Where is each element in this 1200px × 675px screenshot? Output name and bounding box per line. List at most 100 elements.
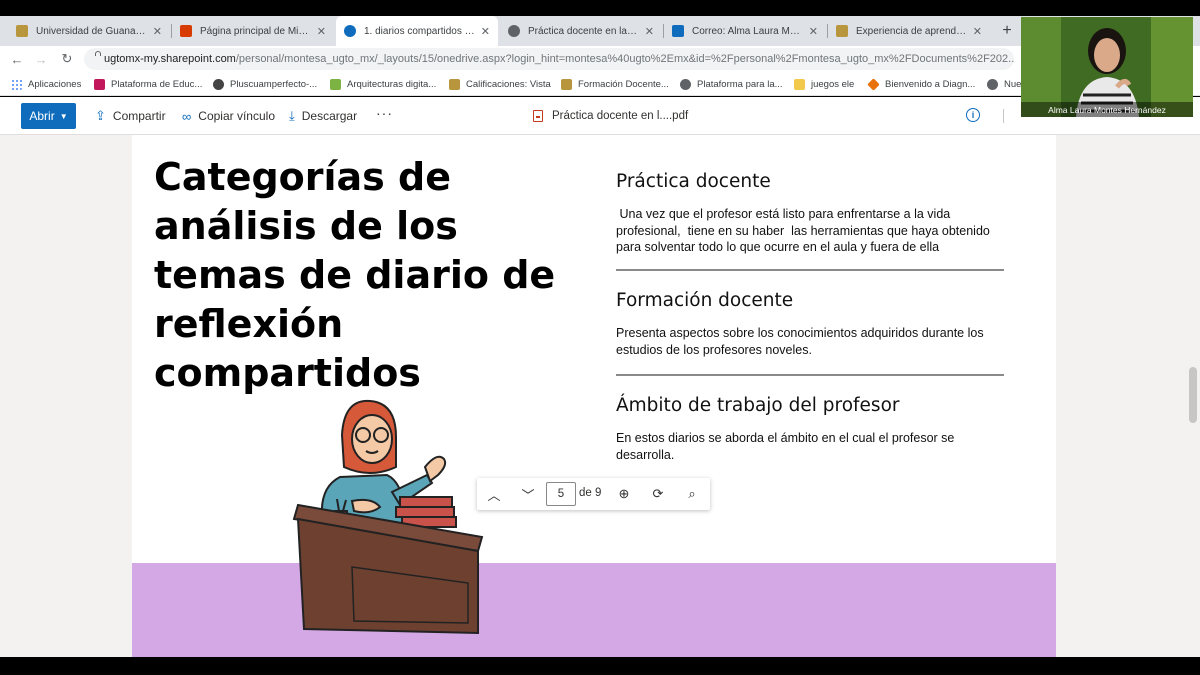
platform-icon bbox=[94, 78, 105, 90]
address-bar[interactable]: ugtomx-my.sharepoint.com /personal/monte… bbox=[84, 48, 1014, 70]
book-icon bbox=[395, 506, 455, 518]
scrollbar-thumb[interactable] bbox=[1189, 367, 1197, 423]
tab-onedrive-diarios[interactable]: 1. diarios compartidos - OneDrive ✕ bbox=[336, 16, 498, 46]
divider-line bbox=[616, 374, 1004, 376]
page-count-label: de 9 bbox=[579, 487, 602, 499]
category-text: Presenta aspectos sobre los conocimiento… bbox=[616, 326, 984, 357]
close-icon[interactable]: ✕ bbox=[481, 25, 490, 38]
tab-experiencia-aprendizaje[interactable]: Experiencia de aprendizaje ✕ bbox=[828, 16, 990, 46]
close-icon[interactable]: ✕ bbox=[973, 25, 982, 38]
apps-grid-icon bbox=[11, 78, 22, 90]
pdf-file-icon bbox=[533, 110, 543, 122]
category-ambito-trabajo: Ámbito de trabajo del profesor En estos … bbox=[616, 395, 1006, 463]
category-heading: Práctica docente bbox=[616, 171, 771, 192]
previous-page-chevron-up-icon[interactable]: ︿ bbox=[483, 483, 505, 505]
category-text: En estos diarios se aborda el ámbito en … bbox=[616, 431, 955, 462]
book-icon bbox=[399, 496, 453, 508]
more-options-button[interactable]: ··· bbox=[376, 105, 393, 121]
tab-title: 1. diarios compartidos - OneDrive bbox=[364, 25, 475, 37]
office-favicon-icon bbox=[180, 25, 192, 37]
share-icon: ⇪ bbox=[95, 108, 106, 123]
page-number-input[interactable]: 5 bbox=[546, 482, 576, 506]
bookmark-label: Nue bbox=[1004, 78, 1022, 90]
diamond-icon bbox=[867, 77, 880, 91]
folder-icon bbox=[794, 78, 805, 90]
url-host: ugtomx-my.sharepoint.com bbox=[104, 53, 236, 65]
document-name: Práctica docente en l....pdf bbox=[533, 108, 688, 124]
download-label: Descargar bbox=[301, 109, 358, 123]
bookmark-bienvenido-diagn[interactable]: Bienvenido a Diagn... bbox=[867, 76, 975, 92]
tab-title: Correo: Alma Laura Montes bbox=[692, 25, 803, 37]
download-icon: ⤓ bbox=[289, 108, 295, 123]
bookmark-aplicaciones[interactable]: Aplicaciones bbox=[11, 76, 81, 92]
open-button-label: Abrir bbox=[29, 109, 55, 123]
tab-microsoft-home[interactable]: Página principal de Microsoft ✕ bbox=[172, 16, 334, 46]
next-page-chevron-down-icon[interactable]: ﹀ bbox=[517, 483, 539, 505]
link-icon: ∞ bbox=[182, 108, 192, 124]
university-favicon-icon bbox=[16, 25, 28, 37]
category-formacion-docente: Formación docente Presenta aspectos sobr… bbox=[616, 290, 1006, 358]
navigation-bar: ← → ↻ ugtomx-my.sharepoint.com /personal… bbox=[0, 46, 1200, 72]
tab-practica-docente[interactable]: Práctica docente en la enseñanza ✕ bbox=[500, 16, 662, 46]
pdf-page: Categorías de análisis de los temas de d… bbox=[132, 135, 1056, 657]
teacher-hand bbox=[423, 455, 447, 483]
vertical-scrollbar[interactable] bbox=[1187, 135, 1200, 657]
new-tab-button[interactable]: + bbox=[996, 16, 1018, 46]
bookmark-plataforma-educ[interactable]: Plataforma de Educ... bbox=[94, 76, 202, 92]
bottom-letterbox bbox=[0, 657, 1200, 675]
bookmarks-bar: Aplicaciones Plataforma de Educ... Plusc… bbox=[0, 72, 1200, 96]
category-text: Una vez que el profesor está listo para … bbox=[616, 207, 994, 254]
tab-title: Experiencia de aprendizaje bbox=[856, 25, 967, 37]
close-icon[interactable]: ✕ bbox=[809, 25, 818, 38]
bookmark-label: Plataforma para la... bbox=[697, 78, 783, 90]
bookmark-label: Aplicaciones bbox=[28, 78, 82, 90]
tab-outlook-correo[interactable]: Correo: Alma Laura Montes ✕ bbox=[664, 16, 826, 46]
globe-icon bbox=[987, 78, 998, 90]
share-label: Compartir bbox=[112, 109, 166, 123]
bookmark-label: Calificaciones: Vista bbox=[466, 78, 551, 90]
bookmark-juegos-ele[interactable]: juegos ele bbox=[794, 76, 854, 92]
avatar-icon bbox=[213, 78, 224, 90]
tab-universidad-de-guanajuato[interactable]: Universidad de Guanajuato ✕ bbox=[8, 16, 170, 46]
search-icon[interactable]: ⌕ bbox=[681, 483, 703, 505]
back-arrow-icon[interactable]: ← bbox=[8, 50, 26, 68]
tab-title: Universidad de Guanajuato bbox=[36, 25, 147, 37]
bookmark-label: Arquitecturas digita... bbox=[347, 78, 437, 90]
toolbar-divider bbox=[1003, 109, 1004, 123]
tab-title: Práctica docente en la enseñanza bbox=[528, 25, 639, 37]
purple-footer-band bbox=[132, 563, 1056, 657]
url-path: /personal/montesa_ugto_mx/_layouts/15/on… bbox=[235, 53, 1014, 65]
info-icon[interactable]: i bbox=[966, 108, 980, 122]
category-heading: Formación docente bbox=[616, 290, 794, 311]
reload-icon[interactable]: ↻ bbox=[58, 50, 76, 68]
slide-title: Categorías de análisis de los temas de d… bbox=[154, 155, 556, 395]
close-icon[interactable]: ✕ bbox=[153, 25, 162, 38]
bookmark-label: Plataforma de Educ... bbox=[111, 78, 203, 90]
tab-title: Página principal de Microsoft bbox=[200, 25, 311, 37]
download-button[interactable]: ⤓ Descargar bbox=[289, 107, 357, 125]
bookmark-pluscuamperfecto[interactable]: Pluscuamperfecto-... bbox=[213, 76, 317, 92]
university-favicon-icon bbox=[836, 25, 848, 37]
divider-line bbox=[616, 269, 1004, 271]
bookmark-label: juegos ele bbox=[811, 78, 855, 90]
chevron-down-icon: ▼ bbox=[59, 111, 68, 121]
forward-arrow-icon[interactable]: → bbox=[32, 50, 50, 68]
onedrive-command-bar: Abrir ▼ ⇪ Compartir ∞ Copiar vínculo ⤓ D… bbox=[0, 97, 1200, 135]
bookmark-nue[interactable]: Nue bbox=[987, 76, 1021, 92]
copy-link-button[interactable]: ∞ Copiar vínculo bbox=[182, 107, 275, 125]
open-button[interactable]: Abrir ▼ bbox=[21, 103, 76, 129]
share-button[interactable]: ⇪ Compartir bbox=[95, 107, 166, 125]
bookmark-arquitecturas[interactable]: Arquitecturas digita... bbox=[330, 76, 436, 92]
bookmark-site-icon bbox=[330, 78, 341, 90]
bookmark-plataforma-para[interactable]: Plataforma para la... bbox=[680, 76, 783, 92]
zoom-in-icon[interactable]: ⊕ bbox=[613, 483, 635, 505]
outlook-icon bbox=[672, 25, 684, 37]
close-icon[interactable]: ✕ bbox=[317, 25, 326, 38]
bookmark-calificaciones[interactable]: Calificaciones: Vista bbox=[449, 76, 551, 92]
bookmark-formacion-docente[interactable]: Formación Docente... bbox=[561, 76, 669, 92]
close-icon[interactable]: ✕ bbox=[645, 25, 654, 38]
rotate-icon[interactable]: ⟳ bbox=[647, 483, 669, 505]
category-practica-docente: Práctica docente Una vez que el profesor… bbox=[616, 171, 1006, 256]
globe-icon bbox=[508, 25, 520, 37]
bookmark-label: Pluscuamperfecto-... bbox=[230, 78, 318, 90]
